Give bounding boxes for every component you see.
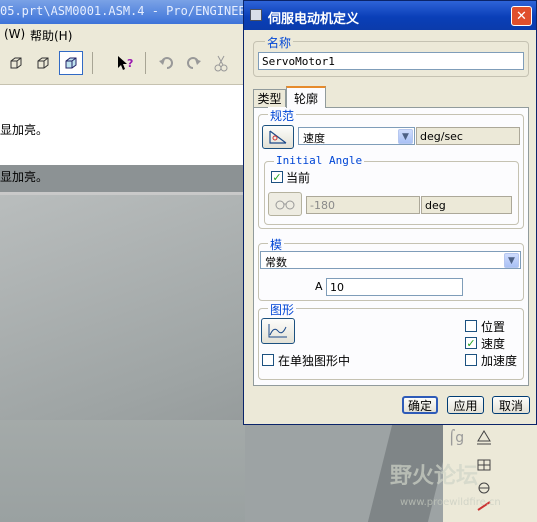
tab-type[interactable]: 类型: [253, 89, 286, 107]
a-label: A: [315, 280, 323, 293]
datum-icon[interactable]: [476, 429, 492, 447]
spec-label: 规范: [268, 107, 297, 124]
current-checkbox[interactable]: ✓: [271, 171, 283, 183]
ok-button[interactable]: 确定: [402, 396, 438, 414]
a-value-input[interactable]: 10: [326, 278, 463, 296]
undo-icon[interactable]: [155, 51, 179, 75]
dialog-title: 伺服电动机定义: [268, 12, 360, 27]
toolbar-separator: [145, 52, 146, 74]
message-line: 显加亮。: [0, 123, 49, 137]
cut-icon[interactable]: [209, 51, 233, 75]
tab-profile[interactable]: 轮廓: [286, 86, 326, 108]
graphics-area-floor: [0, 420, 245, 522]
velocity-label: 速度: [481, 337, 506, 351]
svg-text:?: ?: [127, 57, 133, 70]
toolbar-separator: [92, 52, 93, 74]
initial-angle-value: -180: [306, 196, 420, 214]
sketch-profile-icon[interactable]: [262, 125, 294, 149]
spec-type-select[interactable]: 速度 ▼: [298, 127, 415, 145]
spec-type-value: 速度: [303, 132, 325, 145]
message-line: 显加亮。: [0, 170, 49, 184]
tool-icons[interactable]: [476, 458, 492, 518]
current-label: 当前: [286, 171, 311, 185]
cancel-button[interactable]: 取消: [492, 396, 530, 414]
hidden-line-icon[interactable]: [4, 51, 28, 75]
spec-unit: deg/sec: [416, 127, 520, 145]
main-window-title: 05.prt\ASM0001.ASM.4 - Pro/ENGINEER: [0, 4, 253, 18]
apply-button[interactable]: 应用: [447, 396, 484, 414]
menu-help[interactable]: 帮助(H): [30, 27, 72, 44]
no-hidden-icon[interactable]: [31, 51, 55, 75]
acceleration-checkbox[interactable]: [465, 354, 477, 366]
watermark: 野火论坛: [390, 464, 479, 489]
measure-icon: [268, 192, 302, 216]
feature-icon[interactable]: ⌠g: [448, 430, 464, 446]
graph-icon[interactable]: [261, 318, 295, 344]
name-label: 名称: [265, 34, 294, 51]
shading-icon[interactable]: [59, 51, 83, 75]
close-button[interactable]: ✕: [511, 6, 532, 26]
magnitude-type-select[interactable]: 常数 ▼: [260, 251, 521, 269]
acceleration-label: 加速度: [481, 354, 518, 368]
redo-icon[interactable]: [181, 51, 205, 75]
chevron-down-icon[interactable]: ▼: [504, 253, 519, 268]
graph-label: 图形: [268, 301, 297, 318]
velocity-checkbox[interactable]: ✓: [465, 337, 477, 349]
initial-angle-label: Initial Angle: [274, 154, 365, 167]
context-help-icon[interactable]: ?: [113, 51, 137, 75]
servo-motor-dialog: 伺服电动机定义 ✕ 名称 ServoMotor1 类型 轮廓 规范 速度 ▼ d…: [243, 0, 537, 425]
position-checkbox[interactable]: [465, 320, 477, 332]
separate-graph-label: 在单独图形中: [278, 354, 351, 368]
name-input[interactable]: ServoMotor1: [258, 52, 524, 70]
chevron-down-icon[interactable]: ▼: [398, 129, 413, 144]
watermark-url: www.proewildfire.cn: [400, 497, 501, 508]
menu-window[interactable]: (W): [4, 27, 25, 41]
dialog-app-icon: [250, 9, 262, 21]
initial-angle-unit: deg: [421, 196, 512, 214]
magnitude-type-value: 常数: [265, 256, 287, 269]
position-label: 位置: [481, 320, 506, 334]
separate-graph-checkbox[interactable]: [262, 354, 274, 366]
